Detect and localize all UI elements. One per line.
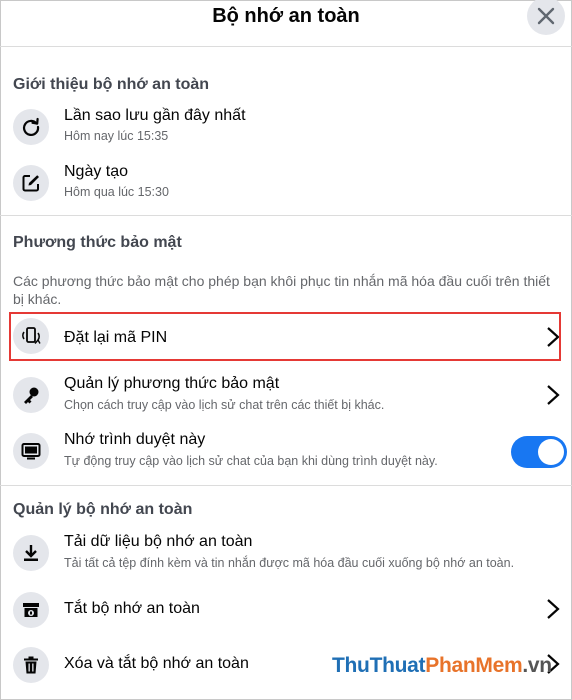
row-subtitle: Tự động truy cập vào lịch sử chat của bạ…: [64, 454, 438, 468]
download-secure-storage-row[interactable]: Tải dữ liệu bộ nhớ an toàn Tải tất cả tệ…: [0, 532, 572, 576]
close-button[interactable]: [527, 0, 565, 35]
manage-security-methods-row[interactable]: Quản lý phương thức bảo mật Chọn cách tr…: [0, 374, 572, 418]
row-subtitle: Hôm qua lúc 15:30: [64, 185, 169, 199]
section-title-intro: Giới thiệu bộ nhớ an toàn: [13, 76, 210, 93]
section-description: Các phương thức bảo mật cho phép bạn khô…: [13, 273, 550, 307]
storage-off-icon: [23, 603, 39, 617]
storage-off-icon-container: [13, 592, 49, 628]
row-title: Lần sao lưu gần đây nhất: [64, 107, 246, 124]
row-subtitle: Hôm nay lúc 15:35: [64, 129, 169, 143]
row-subtitle: Tải tất cả tệp đính kèm và tin nhắn được…: [64, 556, 515, 570]
download-icon: [24, 545, 38, 561]
list-item-last-backup: Lần sao lưu gần đây nhất Hôm nay lúc 15:…: [0, 106, 572, 150]
toggle-knob: [538, 439, 564, 465]
row-title: Quản lý phương thức bảo mật: [64, 375, 280, 392]
chevron-right-icon: [547, 599, 560, 619]
section-title-security: Phương thức bảo mật: [13, 234, 182, 251]
edit-icon-container: [13, 165, 49, 201]
section-divider: [0, 215, 572, 216]
site-watermark: ThuThuatPhanMem.vn: [332, 654, 552, 678]
list-item-created-date: Ngày tạo Hôm qua lúc 15:30: [0, 162, 572, 206]
edit-icon: [22, 175, 39, 192]
monitor-icon: [21, 443, 41, 460]
watermark-part: PhanMem: [425, 654, 523, 677]
trash-icon: [24, 656, 38, 674]
row-title: Nhớ trình duyệt này: [64, 431, 206, 448]
highlight-frame: [9, 312, 561, 361]
watermark-part: ThuThuat: [332, 654, 426, 677]
key-icon: [24, 387, 39, 404]
trash-icon-container: [13, 647, 49, 683]
dialog-header: Bộ nhớ an toàn: [0, 0, 572, 47]
section-divider: [0, 485, 572, 486]
refresh-icon: [22, 117, 40, 136]
watermark-part: .vn: [522, 654, 552, 677]
remember-browser-toggle[interactable]: [511, 436, 567, 468]
row-title: Tắt bộ nhớ an toàn: [64, 600, 200, 617]
disable-secure-storage-row[interactable]: Tắt bộ nhớ an toàn: [0, 588, 572, 632]
monitor-icon-container: [13, 433, 49, 469]
dialog-title: Bộ nhớ an toàn: [212, 5, 360, 27]
row-title: Tải dữ liệu bộ nhớ an toàn: [64, 533, 253, 550]
download-icon-container: [13, 535, 49, 571]
key-icon-container: [13, 377, 49, 413]
row-title: Ngày tạo: [64, 163, 129, 180]
section-title-manage: Quản lý bộ nhớ an toàn: [13, 501, 193, 518]
close-icon: [537, 7, 555, 25]
row-subtitle: Chọn cách truy cập vào lịch sử chat trên…: [64, 398, 385, 412]
refresh-icon-container: [13, 109, 49, 145]
row-title: Xóa và tắt bộ nhớ an toàn: [64, 655, 249, 672]
chevron-right-icon: [547, 385, 560, 405]
remember-browser-row: Nhớ trình duyệt này Tự động truy cập vào…: [0, 430, 572, 474]
